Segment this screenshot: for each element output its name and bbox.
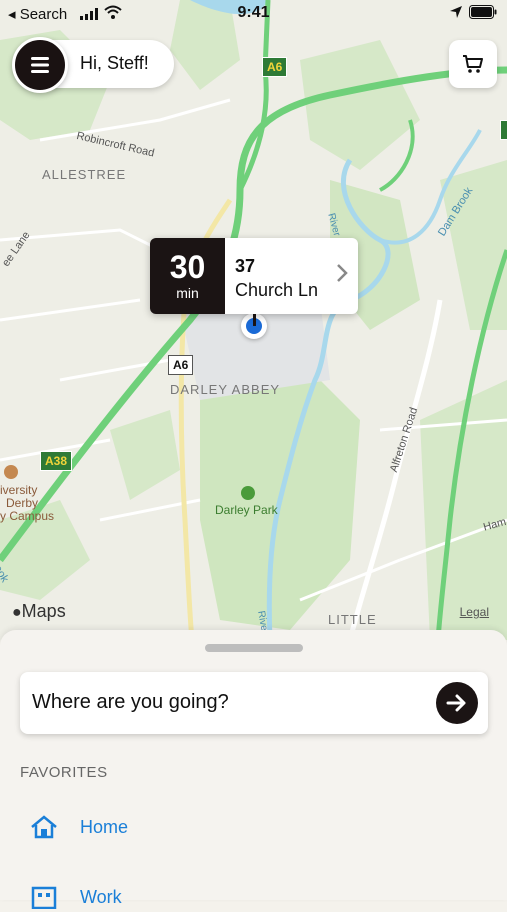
hamburger-icon: [31, 57, 49, 73]
park-icon: [241, 486, 255, 500]
eta-duration: 30 min: [150, 238, 225, 314]
legal-link[interactable]: Legal: [460, 605, 489, 619]
eta-address-line2: Church Ln: [235, 280, 319, 300]
status-bar: ◂ Search 9:41: [0, 0, 507, 28]
location-arrow-icon: [449, 5, 463, 24]
favorite-home[interactable]: Home: [30, 812, 128, 842]
building-icon: [31, 886, 57, 909]
destination-search[interactable]: Where are you going?: [20, 672, 488, 734]
university-icon: [4, 465, 18, 479]
favorites-header: FAVORITES: [20, 764, 108, 781]
bottom-sheet: Where are you going? FAVORITES Home Work: [0, 630, 507, 909]
eta-address-line1: 37: [235, 256, 256, 276]
place-label-darley-abbey: DARLEY ABBEY: [170, 382, 281, 397]
road-shield-a6: A6: [168, 355, 194, 375]
cart-icon: [463, 55, 483, 73]
place-label-little: LITTLE: [328, 612, 377, 627]
house-icon: [31, 815, 57, 839]
maps-attribution: ●Maps: [12, 601, 66, 622]
eta-unit: min: [176, 285, 199, 301]
greeting-text: Hi, Steff!: [80, 53, 149, 73]
university-label-line3: y Campus: [0, 509, 55, 523]
favorite-work-label: Work: [80, 886, 122, 907]
cart-button[interactable]: [449, 40, 497, 88]
map-view[interactable]: A6 A6 A38 ALLESTREE DARLEY ABBEY LITTLE …: [0, 0, 507, 640]
place-label-allestree: ALLESTREE: [42, 167, 127, 182]
eta-card[interactable]: 30 min 37 Church Ln: [150, 238, 358, 314]
park-label-darley-park: Darley Park: [215, 503, 278, 517]
road-shield-edge: [500, 120, 507, 140]
eta-address: 37 Church Ln: [225, 238, 318, 314]
arrow-right-icon: [446, 694, 466, 712]
destination-search-label: Where are you going?: [32, 691, 229, 713]
apple-logo-icon: ●: [12, 604, 22, 621]
sheet-grabber[interactable]: [205, 644, 303, 652]
favorite-work[interactable]: Work: [30, 882, 122, 912]
menu-button[interactable]: [12, 37, 68, 93]
eta-minutes: 30: [169, 249, 206, 285]
maps-attribution-text: Maps: [21, 601, 66, 621]
status-time: 9:41: [237, 4, 270, 21]
place-label-university: iversity Derby y Campus: [0, 484, 54, 523]
wifi-icon: [104, 5, 122, 24]
status-indicators: [449, 5, 497, 24]
battery-icon: [469, 5, 497, 24]
favorite-home-label: Home: [80, 816, 129, 837]
location-pin-stem: [253, 312, 256, 326]
road-shield-a6: A6: [262, 57, 288, 77]
signal-icon: [80, 7, 100, 25]
road-shield-a38: A38: [40, 451, 73, 471]
chevron-right-icon: [336, 263, 348, 288]
go-button[interactable]: [436, 682, 478, 724]
